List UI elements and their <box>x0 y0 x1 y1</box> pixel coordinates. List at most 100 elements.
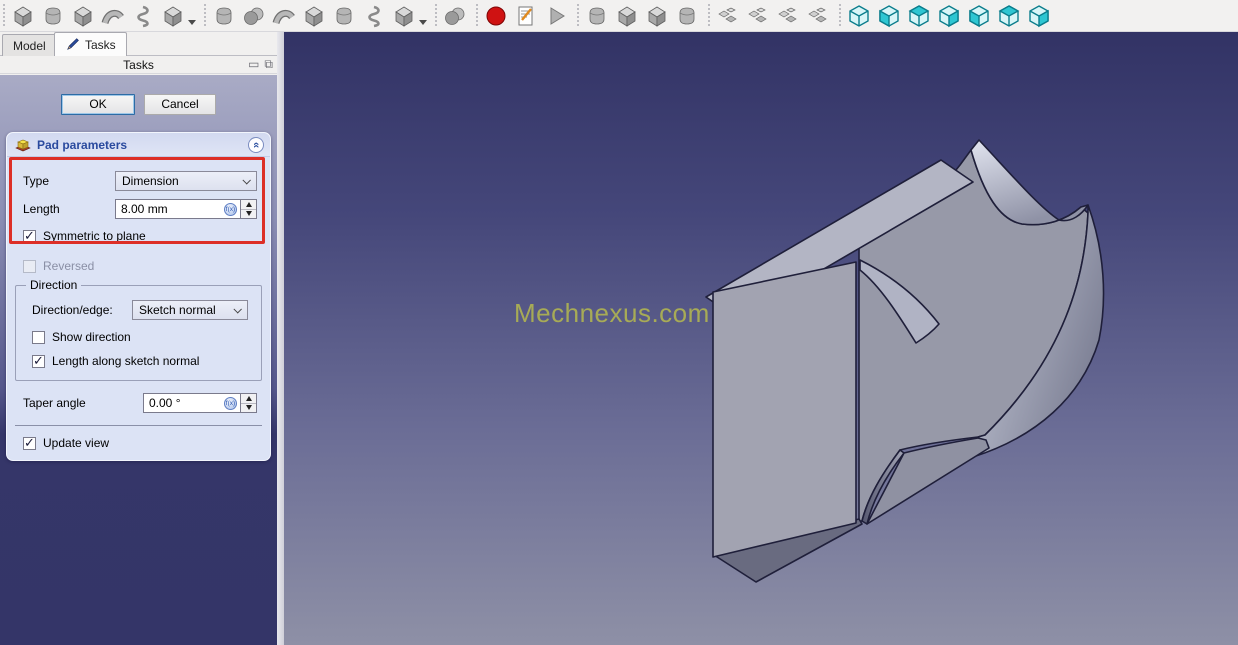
length-along-row[interactable]: Length along sketch normal <box>16 353 261 369</box>
toolbar-handle[interactable] <box>433 3 438 28</box>
direction-group: Direction Direction/edge: Sketch normal … <box>15 278 262 381</box>
pad-parameters-header[interactable]: Pad parameters « <box>7 133 270 157</box>
hole-icon[interactable] <box>239 2 269 30</box>
type-value: Dimension <box>122 174 179 188</box>
view-left-icon[interactable] <box>1024 2 1054 30</box>
pad-front-face <box>712 261 857 558</box>
length-along-label: Length along sketch normal <box>52 354 200 368</box>
panel-titlebar: Tasks ▭ ⧉ <box>0 56 277 74</box>
spin-down-icon[interactable] <box>241 208 256 219</box>
toolbar-group-additive <box>0 0 201 32</box>
view-bottom-icon[interactable] <box>994 2 1024 30</box>
chamfer-icon[interactable] <box>612 2 642 30</box>
tab-tasks[interactable]: Tasks <box>54 32 127 56</box>
dock-splitter[interactable] <box>277 32 284 645</box>
collapse-button[interactable]: « <box>248 137 264 153</box>
dock-undock-icon[interactable]: ⧉ <box>264 57 273 72</box>
direction-legend: Direction <box>26 278 82 292</box>
view-top-icon[interactable] <box>904 2 934 30</box>
symmetric-label: Symmetric to plane <box>43 229 146 243</box>
direction-edge-dropdown[interactable]: Sketch normal <box>132 300 248 320</box>
additive-helix-icon[interactable] <box>128 2 158 30</box>
3d-viewport[interactable]: Mechnexus.com <box>284 32 1238 645</box>
reversed-label: Reversed <box>43 259 95 273</box>
tab-model[interactable]: Model <box>2 34 57 56</box>
view-front-icon[interactable] <box>874 2 904 30</box>
macro-execute-icon[interactable] <box>541 2 571 30</box>
groove-icon[interactable] <box>269 2 299 30</box>
toolbar-group-macro <box>473 0 574 32</box>
type-label: Type <box>23 174 50 188</box>
dropdown-arrow-icon[interactable] <box>419 20 427 25</box>
show-direction-checkbox[interactable] <box>32 330 45 344</box>
separator <box>15 425 262 426</box>
mirrored-icon[interactable] <box>713 2 743 30</box>
macro-edit-icon[interactable] <box>511 2 541 30</box>
pad-icon <box>15 139 31 152</box>
pocket-icon[interactable] <box>209 2 239 30</box>
spin-up-icon[interactable] <box>241 200 256 209</box>
additive-primitive-icon[interactable] <box>158 2 188 30</box>
toolbar-group-views <box>836 0 1057 32</box>
show-direction-label: Show direction <box>52 330 131 344</box>
reversed-checkbox-row: Reversed <box>7 259 270 273</box>
symmetric-checkbox-row[interactable]: Symmetric to plane <box>7 228 270 244</box>
toolbar-handle[interactable] <box>706 3 711 28</box>
taper-spinner[interactable] <box>241 393 257 413</box>
pencil-icon <box>67 38 79 50</box>
update-view-row[interactable]: Update view <box>7 435 270 451</box>
type-dropdown[interactable]: Dimension <box>115 171 257 191</box>
pad-icon[interactable] <box>8 2 38 30</box>
taper-angle-input[interactable]: 0.00 ° f(x) <box>143 393 241 413</box>
fillet-icon[interactable] <box>582 2 612 30</box>
linear-pattern-icon[interactable] <box>743 2 773 30</box>
pad-3d-model[interactable] <box>284 32 1238 645</box>
view-axonometric-icon[interactable] <box>844 2 874 30</box>
toolbar-handle[interactable] <box>837 3 842 28</box>
dock-tabbar: Model Tasks <box>0 32 277 56</box>
direction-edge-value: Sketch normal <box>139 303 216 317</box>
cancel-button[interactable]: Cancel <box>144 94 216 115</box>
expression-icon[interactable]: f(x) <box>224 202 237 216</box>
chevron-down-icon <box>242 176 251 185</box>
toolbar-handle[interactable] <box>202 3 207 28</box>
boolean-operation-icon[interactable] <box>440 2 470 30</box>
toolbar-handle[interactable] <box>1 3 6 28</box>
update-view-checkbox[interactable] <box>23 435 36 451</box>
dropdown-arrow-icon[interactable] <box>188 20 196 25</box>
length-along-checkbox[interactable] <box>32 353 45 369</box>
additive-pipe-icon[interactable] <box>98 2 128 30</box>
toolbar-handle[interactable] <box>575 3 580 28</box>
toolbar-group-pattern <box>705 0 836 32</box>
spin-down-icon[interactable] <box>241 402 256 413</box>
view-rear-icon[interactable] <box>964 2 994 30</box>
expression-icon[interactable]: f(x) <box>224 396 237 410</box>
taper-angle-value: 0.00 ° <box>149 396 181 410</box>
left-dock: Model Tasks Tasks ▭ ⧉ OK Cancel Pad para… <box>0 32 277 645</box>
length-spinner[interactable] <box>241 199 257 219</box>
direction-edge-label: Direction/edge: <box>32 303 113 317</box>
multitransform-icon[interactable] <box>803 2 833 30</box>
ok-button[interactable]: OK <box>61 94 135 115</box>
toolbar-group-boolean <box>432 0 473 32</box>
subtractive-primitive-icon[interactable] <box>389 2 419 30</box>
spin-up-icon[interactable] <box>241 394 256 403</box>
length-input[interactable]: 8.00 mm f(x) <box>115 199 241 219</box>
revolution-icon[interactable] <box>38 2 68 30</box>
thickness-icon[interactable] <box>672 2 702 30</box>
view-right-icon[interactable] <box>934 2 964 30</box>
additive-loft-icon[interactable] <box>68 2 98 30</box>
toolbar-group-dressup <box>574 0 705 32</box>
macro-record-icon[interactable] <box>481 2 511 30</box>
toolbar-handle[interactable] <box>474 3 479 28</box>
subtractive-loft-icon[interactable] <box>329 2 359 30</box>
dock-float-icon[interactable]: ▭ <box>248 57 259 72</box>
tab-tasks-label: Tasks <box>85 37 116 52</box>
tasks-panel: OK Cancel Pad parameters « Type Dimensio… <box>0 75 277 645</box>
symmetric-checkbox[interactable] <box>23 228 36 244</box>
polar-pattern-icon[interactable] <box>773 2 803 30</box>
subtractive-pipe-icon[interactable] <box>299 2 329 30</box>
draft-icon[interactable] <box>642 2 672 30</box>
subtractive-helix-icon[interactable] <box>359 2 389 30</box>
show-direction-row[interactable]: Show direction <box>16 330 261 344</box>
